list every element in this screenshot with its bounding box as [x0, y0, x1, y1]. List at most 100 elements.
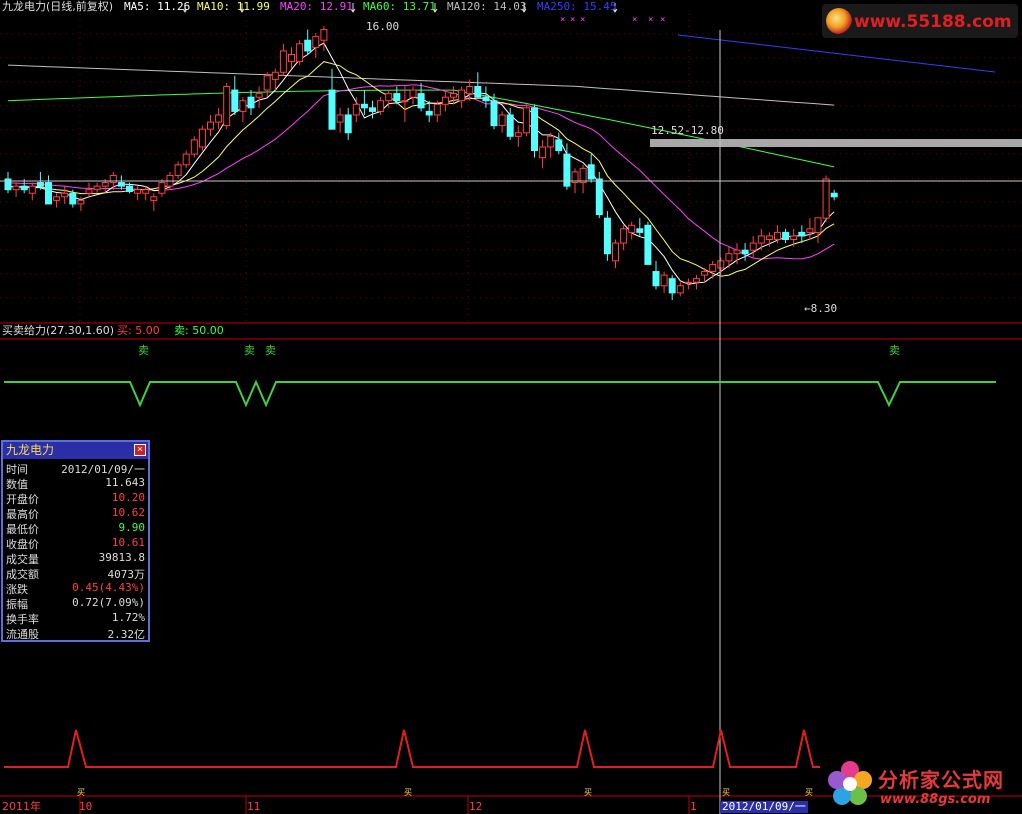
candle-body: [790, 235, 798, 241]
asterisk-mark: ×: [580, 15, 585, 25]
candle-body: [182, 153, 190, 166]
info-row: 收盘价 10.61: [3, 535, 148, 551]
xaxis-month-1: 1: [690, 800, 697, 813]
candle-body: [684, 281, 692, 284]
candle-body: [531, 107, 538, 152]
candle-body: [765, 235, 773, 241]
watermark-logo-bottom: 分析家公式网 www.88gs.com: [820, 756, 1020, 814]
candle-body: [717, 260, 725, 269]
candle-body: [271, 71, 279, 80]
info-row: 涨跌 0.45(4.43%): [3, 580, 148, 596]
watermark-top-text: www.55188.com: [854, 12, 1012, 32]
candle-body: [514, 132, 522, 137]
candle-body: [644, 224, 652, 265]
candle-body: [474, 85, 482, 98]
candle-body: [636, 228, 644, 233]
candle-body: [69, 192, 77, 205]
candle-body: [320, 29, 328, 41]
candle-body: [676, 285, 684, 294]
info-row: 最低价 9.90: [3, 520, 148, 536]
info-panel-title: 九龙电力: [3, 442, 148, 459]
quote-info-panel[interactable]: 九龙电力 × 时间 2012/01/09/一 数值 11.643 开盘价 10.20 最高价…: [1, 440, 150, 642]
candle-body: [425, 110, 433, 116]
stock-title: 九龙电力(日线,前复权): [2, 0, 114, 13]
candle-body: [522, 107, 530, 134]
sell-signal-1: 卖: [138, 344, 149, 357]
info-row-value: 0.45(4.43%): [72, 581, 145, 594]
candle-body: [296, 43, 304, 63]
sell-signal-3: 卖: [265, 344, 276, 357]
ma20-legend: MA20: 12.91: [280, 0, 353, 13]
candle-body: [466, 85, 474, 95]
watermark-bottom-cn: 分析家公式网: [878, 768, 1004, 792]
candle-body: [231, 89, 239, 112]
candle-body: [490, 100, 498, 127]
info-row: 换手率 1.72%: [3, 610, 148, 626]
ma5-line: [8, 42, 835, 285]
ma120-legend: MA120: 14.03: [447, 0, 527, 13]
candle-body: [539, 146, 547, 159]
info-row-value: 10.20: [111, 491, 145, 504]
candle-body: [441, 96, 449, 105]
candle-body: [579, 167, 587, 184]
candle-body: [45, 182, 52, 205]
candle-body: [255, 93, 263, 98]
watermark-logo-top: www.55188.com: [822, 4, 1018, 38]
candle-body: [142, 189, 150, 194]
candle-body: [223, 85, 231, 127]
sell-signal-4: 卖: [889, 344, 900, 357]
candle-body: [409, 89, 417, 98]
ma5-legend: MA5: 11.26: [124, 0, 191, 13]
candle-body: [312, 36, 320, 48]
info-row: 最高价 10.62: [3, 505, 148, 521]
close-icon[interactable]: ×: [134, 444, 146, 456]
sell-signal-line: [4, 379, 996, 408]
candle-body: [417, 93, 425, 109]
buy-marker-2: 买: [404, 788, 412, 797]
price-chart-svg[interactable]: × × × × × ×: [0, 0, 1022, 814]
candle-body: [198, 128, 206, 148]
info-row: 成交额 4073万: [3, 565, 148, 581]
candle-body: [587, 164, 595, 180]
asterisk-mark: ×: [560, 15, 565, 25]
candle-body: [117, 182, 125, 187]
info-row-value: 2.32亿: [107, 628, 146, 641]
candle-body: [547, 135, 555, 148]
candle-body: [174, 164, 182, 176]
asterisk-mark: ×: [648, 15, 653, 25]
info-row-value: 11.643: [105, 476, 145, 489]
info-row: 成交量 39813.8: [3, 550, 148, 566]
info-row: 开盘价 10.20: [3, 490, 148, 506]
candle-body: [782, 231, 790, 241]
candle-body: [385, 93, 393, 102]
indicator-sell: 卖: 50.00: [174, 324, 224, 337]
candle-body: [126, 185, 133, 192]
ma10-legend: MA10: 11.99: [197, 0, 270, 13]
info-row-value: 9.90: [118, 521, 146, 534]
candle-body: [433, 103, 441, 116]
xaxis-cursor-date: 2012/01/09/一: [720, 800, 808, 813]
candle-body: [612, 242, 619, 262]
candle-body: [693, 278, 700, 283]
buy-marker-5: 买: [805, 788, 813, 797]
candle-body: [749, 242, 757, 251]
candle-body: [709, 263, 717, 273]
candle-body: [352, 103, 360, 116]
candle-body: [369, 107, 376, 112]
candle-body: [701, 271, 709, 276]
candle-body: [774, 231, 781, 241]
ma250-line: [677, 34, 996, 73]
candle-body: [77, 199, 85, 205]
candle-body: [336, 114, 344, 123]
high-price-label: 16.00: [366, 20, 400, 33]
info-row: 数值 11.643: [3, 475, 148, 491]
candle-body: [377, 100, 385, 112]
asterisk-mark: ×: [660, 15, 665, 25]
asterisk-mark: ×: [632, 15, 637, 25]
info-row-value: 10.61: [111, 536, 145, 549]
xaxis-year: 2011年: [2, 800, 41, 813]
candle-body: [93, 185, 101, 191]
candle-body: [725, 253, 733, 262]
info-row-value: 39813.8: [98, 551, 145, 564]
candle-body: [101, 182, 109, 187]
